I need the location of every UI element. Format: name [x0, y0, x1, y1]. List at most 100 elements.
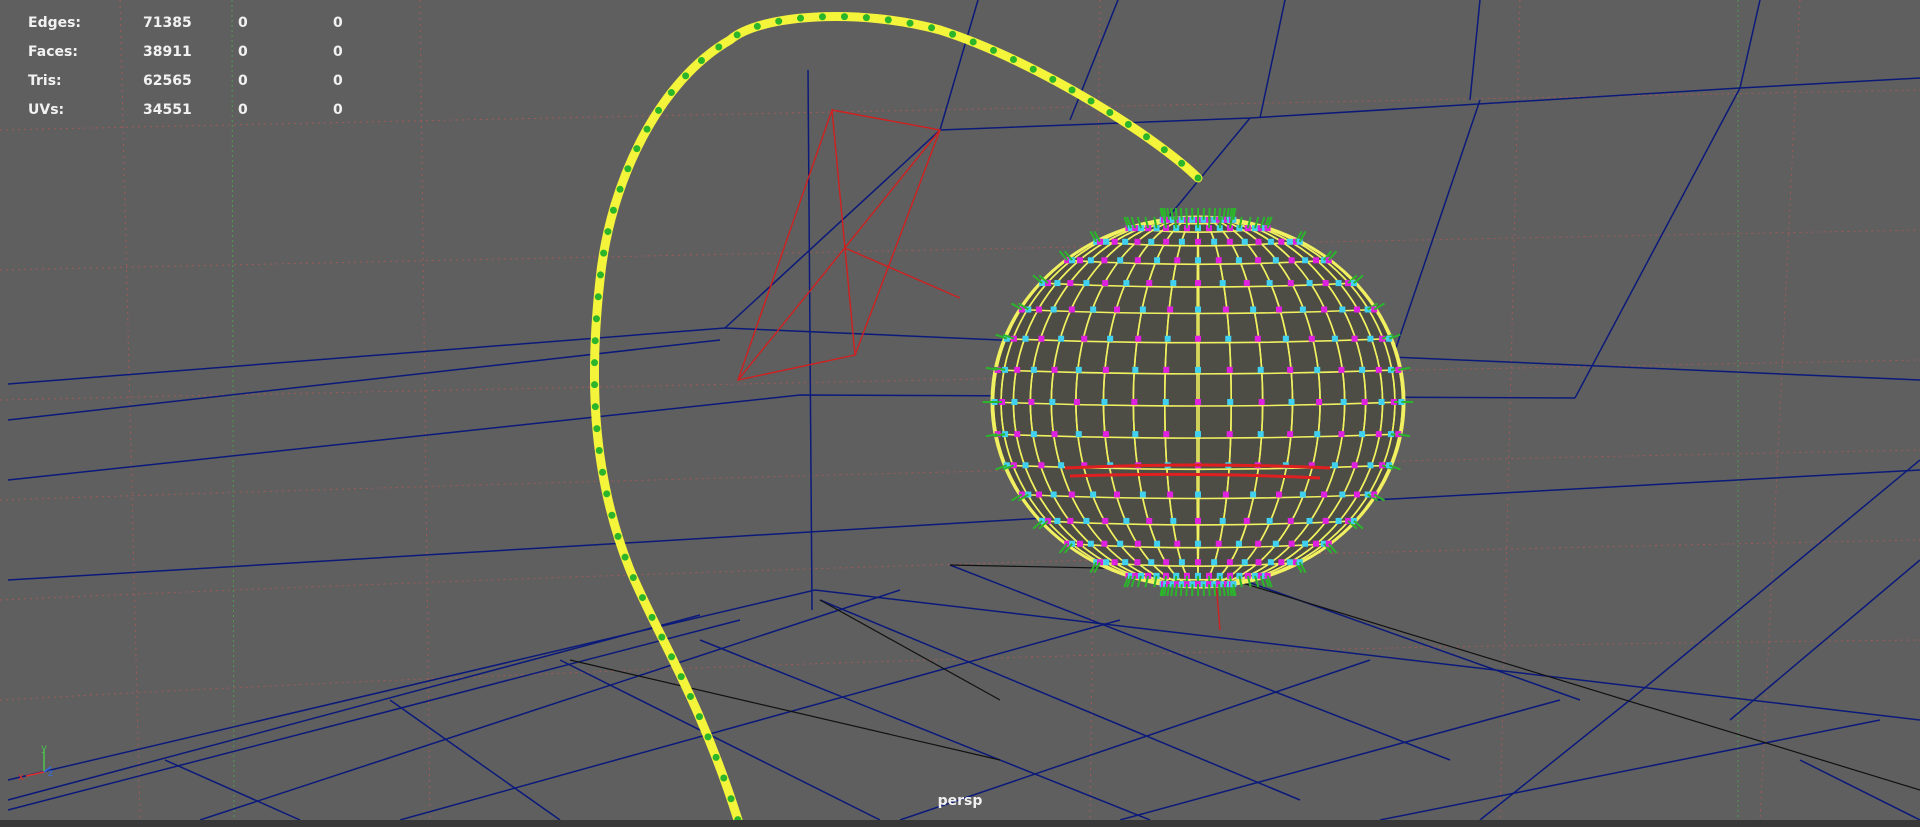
sphere-vertex	[1117, 540, 1124, 547]
hud-value: 71385	[143, 14, 192, 31]
sphere-vertex	[1167, 491, 1174, 498]
sphere-vertex	[1164, 335, 1171, 342]
curve-cv	[1178, 159, 1186, 167]
sphere-vertex	[1049, 399, 1056, 405]
camera-name-label: persp	[937, 793, 983, 809]
curve-cv	[906, 19, 914, 27]
sphere-vertex	[1075, 431, 1082, 438]
curve-cv	[591, 359, 599, 367]
sphere-vertex	[1288, 257, 1295, 264]
sphere-vertex	[1314, 366, 1321, 373]
sphere-vertex	[1146, 280, 1153, 287]
sphere-vertex	[1275, 491, 1282, 498]
sphere-normal	[1208, 216, 1211, 229]
sphere-vertex	[1087, 540, 1094, 547]
curve-cv	[667, 89, 675, 97]
curve-cv	[633, 145, 641, 153]
sphere-vertex	[1054, 280, 1061, 287]
sphere-vertex	[1338, 431, 1345, 438]
hud-row: Tris: 62565 0 0	[28, 66, 428, 95]
sphere-vertex	[1378, 399, 1385, 405]
sphere-vertex	[1288, 540, 1295, 547]
sphere-vertex	[1321, 306, 1328, 313]
sphere-vertex	[1067, 517, 1074, 524]
curve-cv	[593, 425, 601, 433]
sphere-vertex	[1287, 366, 1294, 373]
sphere-normal	[1185, 216, 1188, 229]
sphere-vertex	[1038, 335, 1045, 342]
sphere-normal	[1208, 584, 1211, 597]
sphere-vertex	[1266, 517, 1273, 524]
curve-cv	[591, 337, 599, 345]
sphere-vertex	[1351, 462, 1358, 469]
curve-cv	[720, 774, 728, 782]
sphere-vertex	[1339, 306, 1346, 313]
sphere-vertex	[1302, 257, 1309, 264]
sphere-vertex	[1134, 559, 1141, 566]
axis-gizmo: y x z	[18, 745, 53, 783]
sphere-vertex	[1367, 462, 1374, 469]
sphere-vertex	[1178, 238, 1185, 245]
sphere-vertex	[1134, 238, 1141, 245]
sphere-normal	[1218, 584, 1222, 597]
sphere-vertex	[1083, 517, 1090, 524]
sphere-vertex	[1226, 366, 1233, 373]
sphere-vertex	[1272, 540, 1279, 547]
curve-cv	[775, 17, 783, 25]
sphere-vertex	[1139, 491, 1146, 498]
wire-sphere[interactable]	[982, 207, 1414, 597]
sphere-vertex	[1195, 559, 1201, 566]
sphere-vertex	[1353, 491, 1360, 498]
hud-value: 0	[238, 43, 248, 60]
curve-cv	[621, 553, 629, 561]
perspective-viewport[interactable]: Edges: 71385 0 0 Faces: 38911 0 0 Tris: 62565 0 0 UV…	[0, 0, 1920, 820]
sphere-vertex	[1102, 517, 1109, 524]
sphere-vertex	[1359, 366, 1366, 373]
sphere-vertex	[1077, 540, 1084, 547]
sphere-vertex	[1338, 366, 1345, 373]
sphere-vertex	[1054, 517, 1061, 524]
sphere-vertex	[1195, 280, 1201, 287]
sphere-vertex	[1255, 238, 1262, 245]
sphere-vertex	[1068, 491, 1075, 498]
sphere-vertex	[1321, 491, 1328, 498]
sphere-vertex	[1014, 366, 1021, 373]
curve-cv	[797, 14, 805, 22]
sphere-vertex	[1351, 335, 1358, 342]
sphere-vertex	[1254, 335, 1261, 342]
sphere-vertex	[1222, 491, 1229, 498]
sphere-vertex	[1225, 335, 1232, 342]
sphere-vertex	[1075, 366, 1082, 373]
curve-cv	[682, 72, 690, 80]
sphere-vertex	[1011, 399, 1018, 405]
curve-cv	[969, 38, 977, 46]
hud-row: UVs: 34551 0 0	[28, 95, 428, 124]
sphere-vertex	[1339, 491, 1346, 498]
sphere-vertex	[1090, 491, 1097, 498]
sphere-vertex	[1067, 280, 1074, 287]
hud-value: 0	[333, 72, 343, 89]
curve-cv	[1049, 75, 1057, 83]
sphere-vertex	[1123, 517, 1130, 524]
sphere-vertex	[1077, 257, 1084, 264]
sphere-vertex	[1117, 257, 1124, 264]
sphere-vertex	[1028, 399, 1035, 405]
sphere-vertex	[1154, 257, 1161, 264]
sphere-vertex	[1308, 335, 1315, 342]
curve-cv	[989, 46, 997, 54]
sphere-vertex	[1036, 306, 1043, 313]
curve-cv	[638, 594, 646, 602]
sphere-vertex	[1299, 491, 1306, 498]
sphere-vertex	[1331, 462, 1338, 469]
curve-cv	[949, 30, 957, 38]
sphere-vertex	[1226, 238, 1233, 245]
axis-y-label: y	[41, 745, 47, 754]
curve-cv	[677, 673, 685, 681]
sphere-vertex	[1162, 399, 1169, 405]
sphere-vertex	[1148, 559, 1155, 566]
curve-cv	[704, 733, 712, 741]
sphere-vertex	[1163, 238, 1170, 245]
hud-value: 0	[238, 72, 248, 89]
curve-cv	[591, 381, 599, 389]
sphere-vertex	[1257, 366, 1264, 373]
